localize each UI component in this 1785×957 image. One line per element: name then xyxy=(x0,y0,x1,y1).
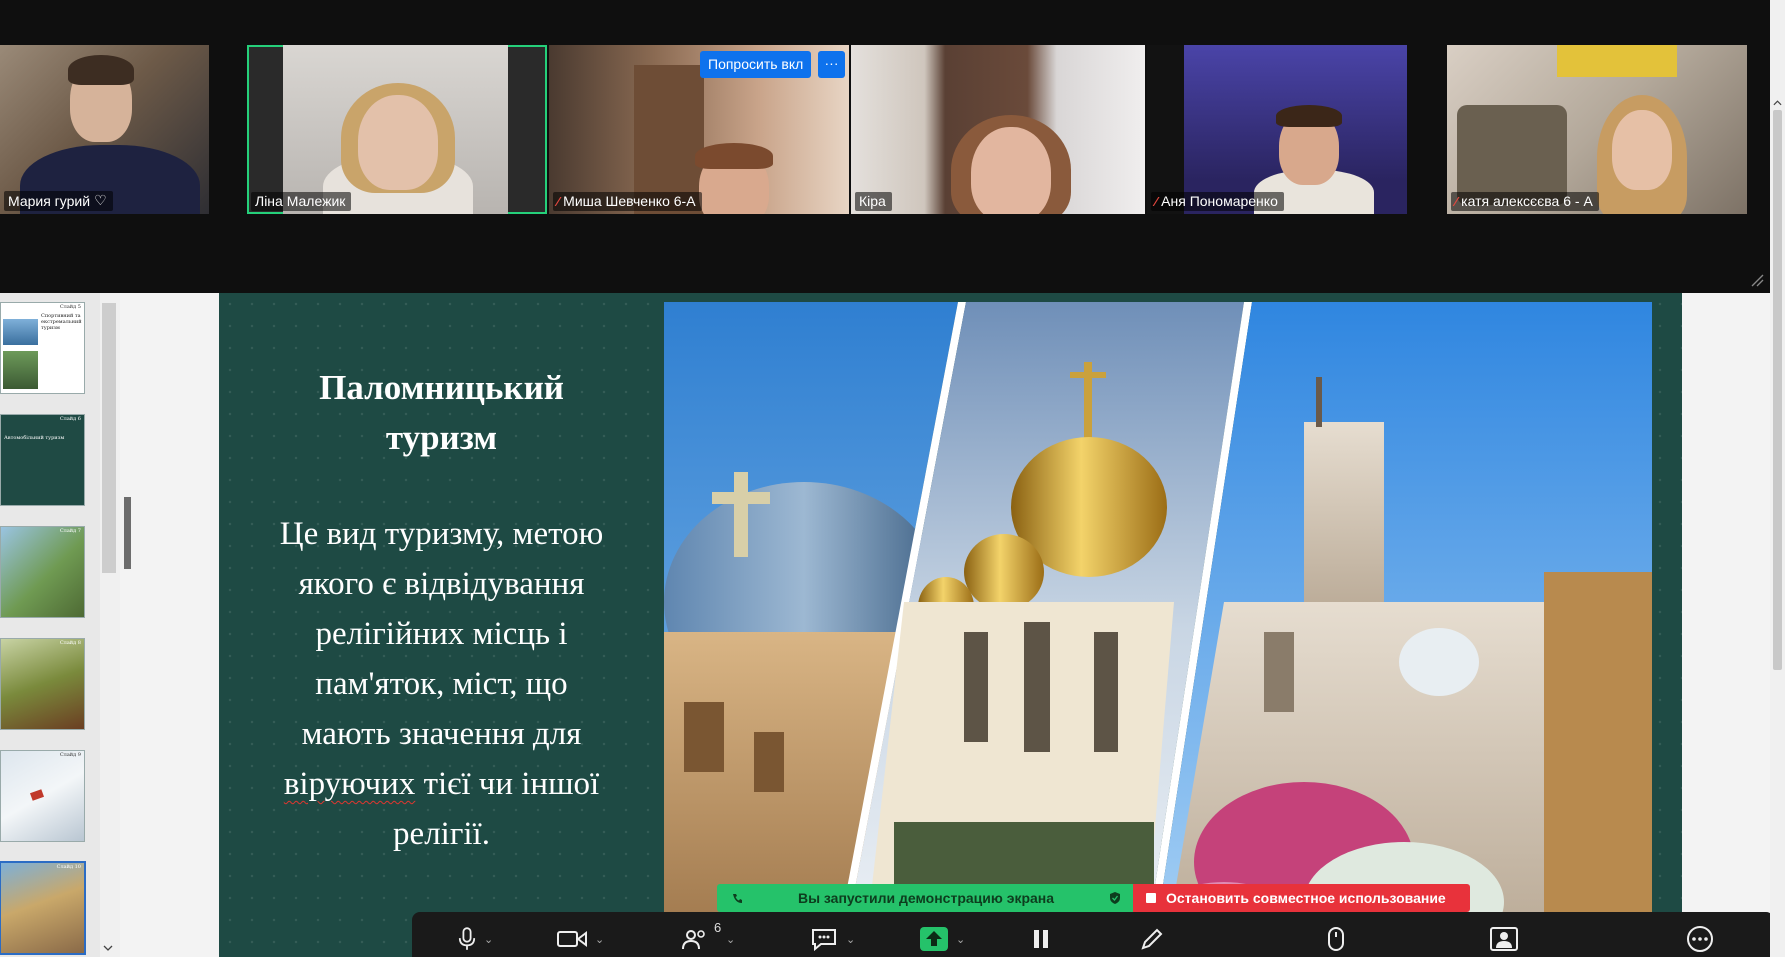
participant-more-button[interactable]: ··· xyxy=(818,51,845,78)
participant-name: ⁄ Миша Шевченко 6-А xyxy=(553,192,702,211)
thumbnail-number: Слайд 5 xyxy=(59,304,81,310)
remote-control-icon xyxy=(1328,927,1344,951)
slide-thumbnail[interactable]: Слайд 6 Автомобільний туризм xyxy=(0,414,85,506)
participant-tile[interactable]: ⁄ Аня Пономаренко xyxy=(1147,45,1407,214)
screen-share-status: Вы запустили демонстрацию экрана xyxy=(717,884,1133,912)
stop-icon xyxy=(1146,893,1156,903)
slide-thumbnail[interactable]: Слайд 5 Спортивний та екстремальний тури… xyxy=(0,302,85,394)
window-scrollbar[interactable] xyxy=(1770,0,1785,957)
slide-thumbnail-selected[interactable]: Слайд 10 xyxy=(0,861,86,955)
microphone-icon xyxy=(458,927,476,950)
participants-count: 6 xyxy=(714,920,722,935)
meeting-toolbar: ⌄ ⌄ 6 ⌄ ⌄ ⌄ xyxy=(412,912,1774,957)
scrollbar-thumb[interactable] xyxy=(102,303,116,573)
thumbnail-number: Слайд 9 xyxy=(59,752,81,758)
chevron-down-icon[interactable]: ⌄ xyxy=(956,933,965,946)
ask-to-unmute-button[interactable]: Попросить вкл xyxy=(700,51,812,78)
participant-name: Мария гурий ♡ xyxy=(4,191,113,211)
chevron-down-icon[interactable]: ⌄ xyxy=(484,933,493,946)
participant-tile-active-speaker[interactable]: Ліна Малежик xyxy=(247,45,547,214)
annotate-icon xyxy=(1141,928,1163,950)
participant-name: Ліна Малежик xyxy=(251,192,352,211)
share-screen-icon xyxy=(920,927,948,951)
shield-icon xyxy=(1110,892,1120,904)
video-button[interactable]: ⌄ xyxy=(557,924,604,954)
more-icon xyxy=(1687,926,1713,952)
participant-name: ⁄ катя алексєєва 6 - А xyxy=(1451,192,1599,211)
chat-button[interactable]: ⌄ xyxy=(810,924,855,954)
stop-share-button[interactable]: Остановить совместное использование xyxy=(1133,884,1470,912)
thumbnail-number: Слайд 10 xyxy=(56,864,81,870)
participants-icon xyxy=(682,930,705,950)
participant-tile[interactable]: ⁄ катя алексєєва 6 - А xyxy=(1447,45,1747,214)
participant-video xyxy=(1184,45,1407,214)
thumbnail-title: Спортивний та екстремальний туризм xyxy=(41,313,82,331)
thumbnail-number: Слайд 8 xyxy=(59,640,81,646)
spotlight-icon xyxy=(1490,927,1518,951)
muted-mic-icon: ⁄ xyxy=(1455,193,1458,209)
muted-mic-icon: ⁄ xyxy=(1155,193,1158,209)
phone-icon xyxy=(733,894,742,903)
presentation-slide: Паломницький туризм Це вид туризму, мето… xyxy=(219,293,1682,957)
slide-thumbnail[interactable]: Слайд 9 xyxy=(0,750,85,842)
slide-thumbnail[interactable]: Слайд 8 xyxy=(0,638,85,730)
participant-strip: Мария гурий ♡ Ліна Малежик ⁄ Миша Шевченко… xyxy=(0,0,1770,293)
annotate-button[interactable] xyxy=(1140,924,1164,954)
churches-photo-collage xyxy=(664,302,1652,957)
muted-mic-icon: ⁄ xyxy=(557,193,560,209)
mute-button[interactable]: ⌄ xyxy=(458,924,493,954)
participant-name: Кіра xyxy=(855,192,892,211)
spellcheck-word[interactable]: віруючих xyxy=(284,766,415,802)
thumbnail-scrollbar[interactable] xyxy=(100,293,120,957)
thumbnail-number: Слайд 7 xyxy=(59,528,81,534)
thumbnail-title: Автомобільний туризм xyxy=(4,435,65,441)
more-button[interactable] xyxy=(1686,924,1714,954)
chevron-down-icon[interactable] xyxy=(103,945,113,951)
pause-share-button[interactable] xyxy=(1032,924,1050,954)
slide-title: Паломницький туризм xyxy=(319,368,564,457)
spotlight-button[interactable] xyxy=(1490,924,1518,954)
chevron-up-icon[interactable] xyxy=(1773,100,1782,106)
video-icon xyxy=(557,931,587,947)
participant-name: ⁄ Аня Пономаренко xyxy=(1151,192,1284,211)
remote-control-button[interactable] xyxy=(1327,924,1345,954)
chat-icon xyxy=(812,929,836,951)
chevron-down-icon[interactable]: ⌄ xyxy=(846,933,855,946)
heart-icon: ♡ xyxy=(94,192,107,208)
scrollbar-thumb[interactable] xyxy=(1773,110,1782,670)
slide-thumbnail[interactable]: Слайд 7 xyxy=(0,526,85,618)
slide-body-text: Це вид туризму, метою якого є відвідуван… xyxy=(279,516,604,852)
participant-video xyxy=(971,127,1051,214)
participants-button[interactable]: 6 ⌄ xyxy=(682,920,735,954)
chevron-down-icon[interactable]: ⌄ xyxy=(595,933,604,946)
thumbnail-number: Слайд 6 xyxy=(59,416,81,422)
participant-video xyxy=(283,45,508,214)
resize-grip-icon[interactable] xyxy=(1750,273,1764,287)
chevron-down-icon[interactable]: ⌄ xyxy=(726,933,735,946)
participant-video xyxy=(1612,110,1672,190)
share-screen-button[interactable]: ⌄ xyxy=(920,924,965,954)
pause-share-icon xyxy=(1034,930,1048,948)
panel-splitter[interactable] xyxy=(124,497,131,569)
participant-tile[interactable]: Мария гурий ♡ xyxy=(0,45,209,214)
slide-thumbnail-panel: Слайд 5 Спортивний та екстремальний тури… xyxy=(0,293,100,957)
participant-tile[interactable]: Кіра xyxy=(851,45,1145,214)
